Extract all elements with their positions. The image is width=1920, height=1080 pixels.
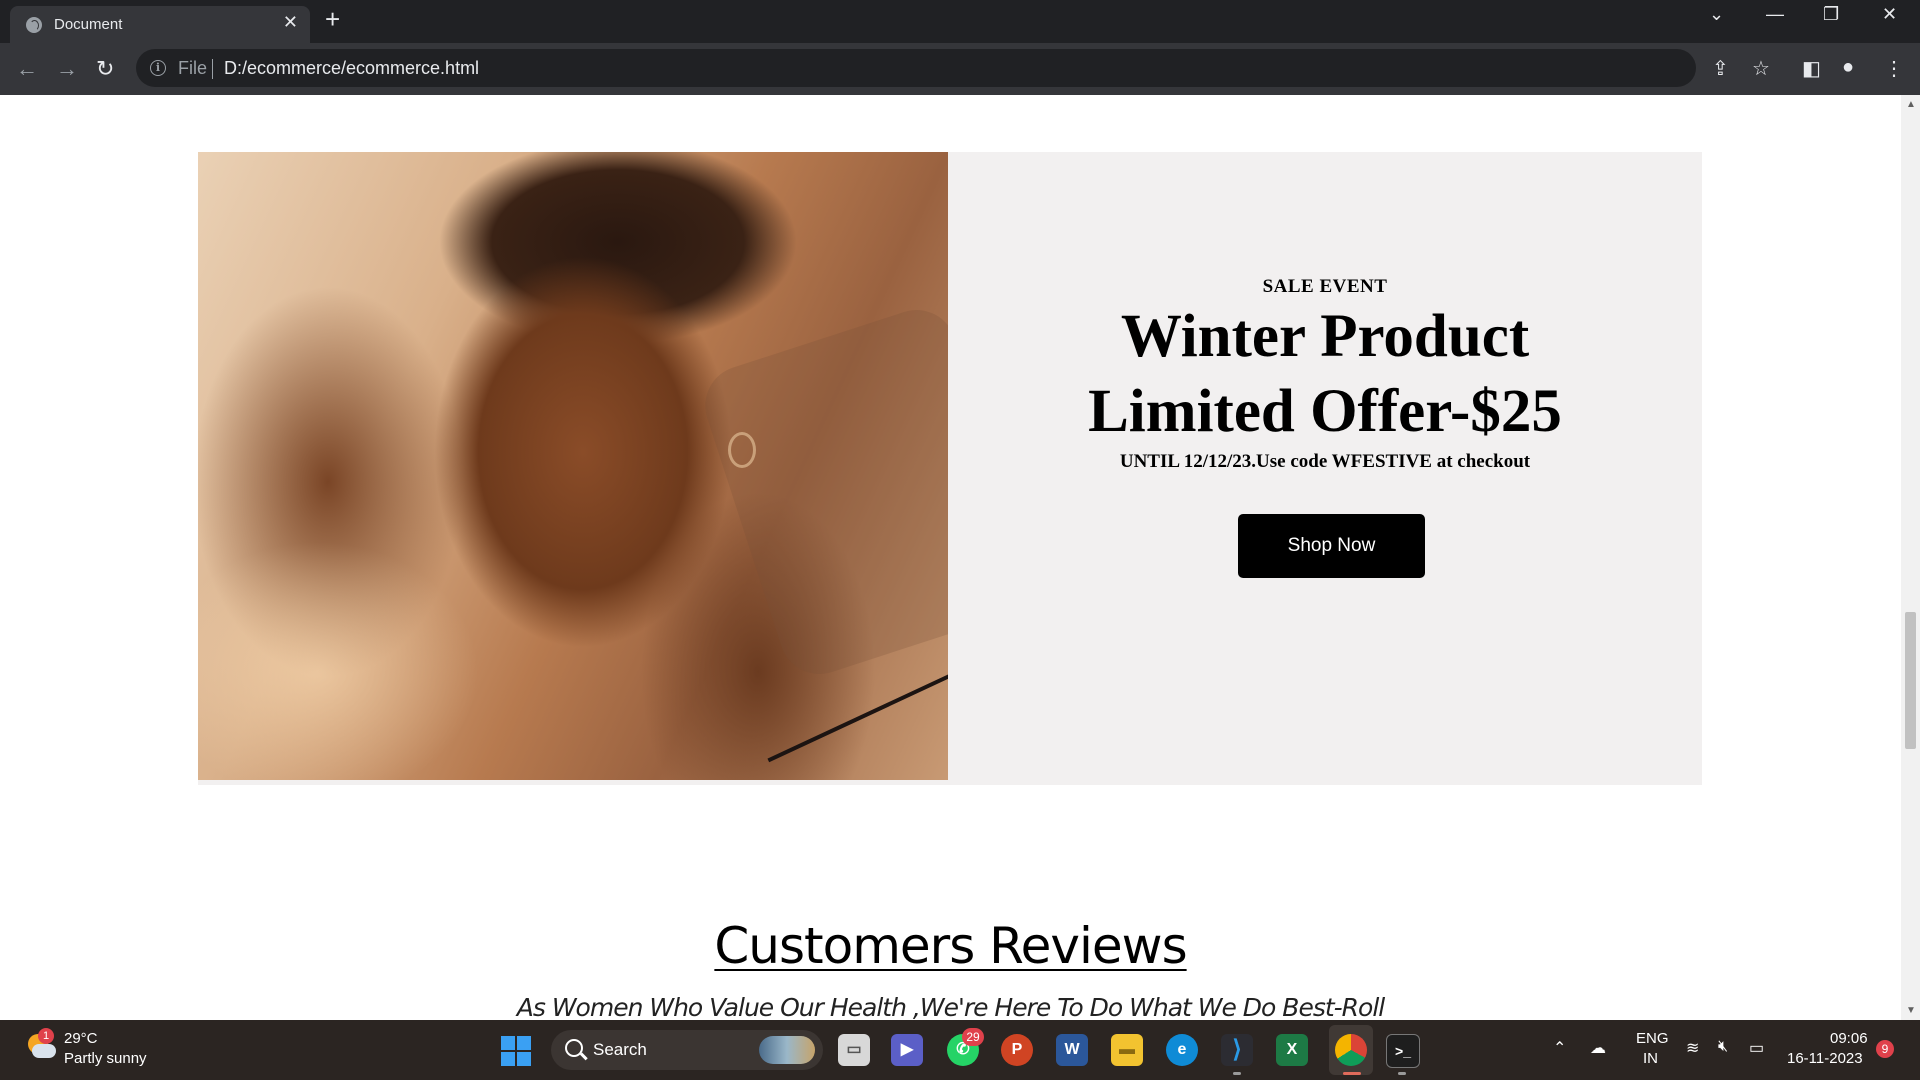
terminal-icon[interactable]: >_ [1386, 1034, 1420, 1068]
whatsapp-badge: 29 [962, 1028, 984, 1046]
browser-tabstrip: Document ✕ + ⌄ — ❐ ✕ [0, 0, 1920, 43]
page-scrollbar[interactable]: ▲ ▼ [1901, 95, 1920, 1020]
excel-icon[interactable]: X [1276, 1034, 1308, 1066]
share-icon[interactable]: ⇪ [1712, 56, 1729, 81]
sale-subtext: UNTIL 12/12/23.Use code WFESTIVE at chec… [1119, 451, 1531, 472]
globe-icon [26, 17, 42, 33]
tab-search-chevron-icon[interactable]: ⌄ [1709, 4, 1724, 25]
new-tab-button[interactable]: + [325, 4, 340, 35]
sale-banner: SALE EVENT Winter Product Limited Offer-… [198, 152, 1702, 785]
taskbar-search-box[interactable]: Search [551, 1030, 823, 1070]
forward-button[interactable]: → [56, 56, 78, 82]
url-text[interactable]: D:/ecommerce/ecommerce.html [224, 58, 479, 79]
browser-tab[interactable]: Document ✕ [10, 6, 310, 43]
reviews-title: Customers Reviews [714, 917, 1187, 975]
input-language[interactable]: ENG [1636, 1030, 1669, 1047]
speaker-muted-icon[interactable]: 🔇︎ [1718, 1038, 1728, 1056]
banner-text-panel: SALE EVENT Winter Product Limited Offer-… [948, 152, 1702, 785]
teams-chat-icon[interactable]: ▶ [891, 1034, 923, 1066]
scroll-down-arrow-icon[interactable]: ▼ [1906, 1005, 1916, 1016]
word-icon[interactable]: W [1056, 1034, 1088, 1066]
url-scheme-label: File [178, 58, 208, 78]
sale-headline: Winter Product Limited Offer-$25 [948, 299, 1702, 449]
weather-description[interactable]: Partly sunny [64, 1050, 147, 1067]
tab-title: Document [54, 16, 123, 33]
windows-start-icon[interactable] [501, 1036, 531, 1066]
search-highlight-image [759, 1036, 815, 1064]
bookmark-star-icon[interactable]: ☆ [1752, 56, 1770, 81]
back-button[interactable]: ← [16, 56, 38, 82]
close-window-button[interactable]: ✕ [1882, 4, 1897, 25]
notification-badge[interactable]: 9 [1876, 1040, 1894, 1058]
chrome-running-indicator [1343, 1072, 1361, 1075]
vscode-running-indicator [1233, 1072, 1241, 1075]
battery-icon[interactable]: ▭ [1749, 1038, 1764, 1058]
clock-time[interactable]: 09:06 [1830, 1030, 1868, 1047]
clock-date[interactable]: 16-11-2023 [1787, 1050, 1863, 1067]
scrollbar-thumb[interactable] [1905, 612, 1916, 749]
reviews-subtitle: As Women Who Value Our Health ,We're Her… [516, 993, 1386, 1020]
page-viewport: SALE EVENT Winter Product Limited Offer-… [0, 95, 1901, 1020]
address-bar[interactable]: i File D:/ecommerce/ecommerce.html [136, 49, 1696, 87]
file-explorer-icon[interactable]: ▬ [1111, 1034, 1143, 1066]
sale-eyebrow: SALE EVENT [1262, 276, 1388, 297]
side-panel-icon[interactable]: ◧ [1802, 56, 1821, 81]
vscode-icon[interactable]: ⟩ [1221, 1034, 1253, 1066]
shop-now-button[interactable]: Shop Now [1238, 514, 1425, 578]
wifi-icon[interactable]: ≋ [1686, 1038, 1699, 1058]
tab-close-button[interactable]: ✕ [283, 12, 298, 33]
model-portrait-image [198, 152, 948, 780]
menu-kebab-icon[interactable]: ⋮ [1884, 56, 1904, 81]
profile-icon[interactable]: ● [1842, 56, 1854, 79]
weather-badge: 1 [38, 1028, 54, 1044]
site-info-icon[interactable]: i [150, 60, 166, 76]
terminal-running-indicator [1398, 1072, 1406, 1075]
chrome-icon[interactable] [1335, 1034, 1367, 1066]
edge-icon[interactable]: e [1166, 1034, 1198, 1066]
input-region[interactable]: IN [1643, 1050, 1658, 1067]
restore-button[interactable]: ❐ [1823, 4, 1839, 25]
onedrive-cloud-icon[interactable]: ☁ [1590, 1038, 1606, 1058]
windows-taskbar: 1 29°C Partly sunny Search ▭ ▶ ✆ 29 P W … [0, 1020, 1920, 1080]
reload-button[interactable]: ↻ [96, 56, 114, 82]
search-label: Search [593, 1040, 647, 1059]
browser-toolbar: ← → ↻ i File D:/ecommerce/ecommerce.html… [0, 43, 1920, 95]
headline-line-1: Winter Product [1120, 303, 1530, 370]
scroll-up-arrow-icon[interactable]: ▲ [1906, 99, 1916, 110]
powerpoint-icon[interactable]: P [1001, 1034, 1033, 1066]
minimize-button[interactable]: — [1766, 4, 1784, 25]
search-icon [565, 1039, 583, 1057]
url-separator [212, 59, 213, 79]
headline-line-2: Limited Offer-$25 [1088, 378, 1562, 445]
weather-temperature[interactable]: 29°C [64, 1030, 98, 1047]
task-view-icon[interactable]: ▭ [838, 1034, 870, 1066]
show-hidden-icons-chevron-icon[interactable]: ⌃ [1553, 1038, 1566, 1058]
